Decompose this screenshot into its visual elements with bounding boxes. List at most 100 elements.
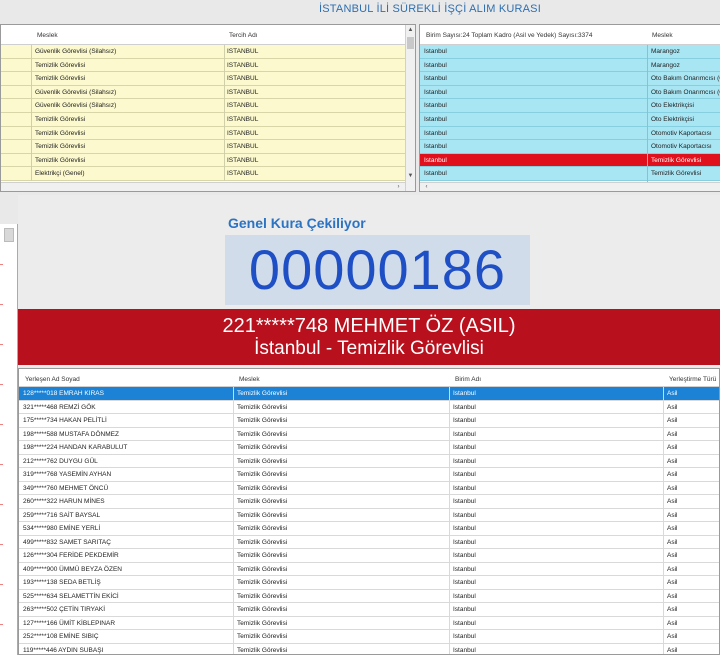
- table-row[interactable]: Temizlik Görevlisi ISTANBUL: [1, 112, 415, 127]
- draw-number-box: 00000186: [225, 235, 530, 305]
- table-cell: Istanbul: [424, 48, 447, 55]
- table-row[interactable]: 349*****760 MEHMET ÖNCÜ Temizlik Görevlis…: [19, 481, 719, 495]
- table-cell: Temizlik Görevlisi: [35, 115, 86, 123]
- vertical-scrollbar[interactable]: ▲ ▼: [405, 25, 415, 191]
- table-cell: Temizlik Görevlisi: [237, 592, 288, 600]
- table-cell: Asil: [667, 525, 678, 532]
- table-cell: Istanbul: [453, 444, 476, 451]
- table-cell: 193*****138 SEDA BETLİŞ: [23, 579, 101, 586]
- table-row[interactable]: 499*****832 SAMET SARITAÇ Temizlik Görevl…: [19, 535, 719, 549]
- table-row[interactable]: 126*****304 FERİDE PEKDEMİR Temizlik Göre…: [19, 549, 719, 563]
- column-header-yerlestirme[interactable]: Yerleştirme Türü: [669, 376, 716, 383]
- table-cell: Istanbul: [453, 511, 476, 519]
- column-header-birim[interactable]: Birim Adı: [455, 376, 481, 383]
- table-cell: Istanbul: [453, 565, 476, 573]
- table-row[interactable]: Istanbul Oto Bakım Onarımcısı (O: [420, 72, 720, 86]
- table-row[interactable]: 212*****762 DUYGU GÜL Temizlik Görevlisi I…: [19, 454, 719, 468]
- table-cell: Temizlik Görevlisi: [35, 143, 86, 151]
- table-row[interactable]: Temizlik Görevlisi ISTANBUL: [1, 72, 415, 86]
- table-cell: Istanbul: [424, 115, 447, 123]
- table-cell: Istanbul: [453, 417, 476, 424]
- table-row[interactable]: 128*****018 EMRAH KIRAS Temizlik Görevlis…: [19, 387, 719, 401]
- table-row[interactable]: Istanbul Temizlik Görevlisi: [420, 153, 720, 168]
- column-header-tercih[interactable]: Tercih Adı: [229, 32, 258, 39]
- column-divider: [224, 45, 225, 181]
- table-row[interactable]: 409*****900 ÜMMÜ BEYZA ÖZEN Temizlik Göre…: [19, 562, 719, 576]
- table-cell: Temizlik Görevlisi: [237, 538, 288, 546]
- side-panel: [0, 224, 18, 655]
- table-cell: Temizlik Görevlisi: [237, 579, 288, 586]
- table-cell: 126*****304 FERİDE PEKDEMİR: [23, 552, 119, 559]
- table-row[interactable]: Temizlik Görevlisi ISTANBUL: [1, 126, 415, 141]
- table-cell: Temizlik Görevlisi: [237, 646, 288, 654]
- table-cell: Istanbul: [453, 619, 476, 627]
- table-row[interactable]: 175*****734 HAKAN PELİTLİ Temizlik Görevl…: [19, 414, 719, 428]
- table-cell: 175*****734 HAKAN PELİTLİ: [23, 417, 107, 424]
- scroll-thumb[interactable]: [4, 228, 14, 242]
- table-row[interactable]: 260*****322 HARUN MİNES Temizlik Görevlis…: [19, 495, 719, 509]
- table-cell: Temizlik Görevlisi: [237, 498, 288, 505]
- draw-status-label: Genel Kura Çekiliyor: [228, 215, 366, 231]
- table-row[interactable]: Temizlik Görevlisi ISTANBUL: [1, 140, 415, 154]
- table-row[interactable]: Istanbul Otomotiv Kaportacısı: [420, 126, 720, 141]
- table-cell: Asil: [667, 606, 678, 613]
- table-cell: 525*****634 SELAMETTİN EKİCİ: [23, 592, 119, 600]
- table-cell: Asil: [667, 498, 678, 505]
- table-row[interactable]: 193*****138 SEDA BETLİŞ Temizlik Görevlis…: [19, 576, 719, 590]
- table-cell: Temizlik Görevlisi: [237, 619, 288, 627]
- column-divider: [31, 45, 32, 181]
- table-row[interactable]: 252*****108 EMİNE SIBIÇ Temizlik Görevlis…: [19, 630, 719, 644]
- table-row[interactable]: 321*****468 REMZİ GÖK Temizlik Görevlisi I…: [19, 400, 719, 414]
- table-row[interactable]: Temizlik Görevlisi ISTANBUL: [1, 58, 415, 73]
- table-cell: 119*****446 AYDIN SUBAŞI: [23, 646, 104, 654]
- results-grid[interactable]: Yerleşen Ad Soyad Meslek Birim Adı Yerle…: [18, 368, 720, 655]
- table-row[interactable]: Istanbul Temizlik Görevlisi: [420, 167, 720, 181]
- preference-grid[interactable]: Meslek Tercih Adı Güvenlik Görevlisi (Si…: [0, 24, 416, 192]
- table-row[interactable]: 119*****446 AYDIN SUBAŞI Temizlik Görevli…: [19, 643, 719, 654]
- scroll-down-icon[interactable]: ▼: [406, 172, 415, 181]
- scroll-up-icon[interactable]: ▲: [406, 26, 415, 35]
- table-row[interactable]: Güvenlik Görevlisi (Silahsız) ISTANBUL: [1, 45, 415, 59]
- table-cell: Asil: [667, 403, 678, 411]
- table-row[interactable]: Istanbul Oto Elektrikçisi: [420, 99, 720, 113]
- table-row[interactable]: 127*****166 ÜMİT KİBLEPINAR Temizlik Göre…: [19, 616, 719, 630]
- table-row[interactable]: Temizlik Görevlisi ISTANBUL: [1, 153, 415, 168]
- table-row[interactable]: Güvenlik Görevlisi (Silahsız) ISTANBUL: [1, 99, 415, 113]
- unit-grid[interactable]: Birim Sayısı:24 Toplam Kadro (Asil ve Ye…: [419, 24, 720, 192]
- table-row[interactable]: Istanbul Oto Elektrikçisi: [420, 112, 720, 127]
- column-header-meslek[interactable]: Meslek: [239, 376, 260, 383]
- table-cell: Istanbul: [424, 61, 447, 69]
- column-header-meslek[interactable]: Meslek: [652, 32, 673, 39]
- table-cell: ISTANBUL: [227, 75, 259, 83]
- table-row[interactable]: Elektrikçi (Genel) ISTANBUL: [1, 167, 415, 181]
- column-header-meslek[interactable]: Meslek: [37, 32, 58, 39]
- table-cell: Istanbul: [453, 606, 476, 613]
- grid-body: Güvenlik Görevlisi (Silahsız) ISTANBUL Tem…: [1, 45, 415, 181]
- table-cell: ISTANBUL: [227, 156, 259, 164]
- table-row[interactable]: 198*****588 MUSTAFA DÖNMEZ Temizlik Görev…: [19, 427, 719, 441]
- table-row[interactable]: 259*****716 SAİT BAYSAL Temizlik Görevlis…: [19, 508, 719, 522]
- table-row[interactable]: 534*****980 EMİNE YERLİ Temizlik Görevlis…: [19, 522, 719, 536]
- table-row[interactable]: Istanbul Marangoz: [420, 58, 720, 73]
- table-row[interactable]: 263*****502 ÇETİN TIRYAKİ Temizlik Görevl…: [19, 603, 719, 617]
- table-row[interactable]: Güvenlik Görevlisi (Silahsız) ISTANBUL: [1, 85, 415, 100]
- table-cell: Istanbul: [453, 552, 476, 559]
- table-row[interactable]: 319*****768 YASEMİN AYHAN Temizlik Görevl…: [19, 468, 719, 482]
- scroll-thumb[interactable]: [407, 37, 414, 49]
- marker: [0, 544, 3, 545]
- table-row[interactable]: 525*****634 SELAMETTİN EKİCİ Temizlik Gör…: [19, 589, 719, 603]
- table-cell: Istanbul: [453, 484, 476, 492]
- scroll-right-icon[interactable]: ›: [394, 183, 403, 191]
- table-cell: Istanbul: [424, 170, 447, 178]
- table-row[interactable]: Istanbul Oto Bakım Onarımcısı (O: [420, 85, 720, 100]
- column-header-birim[interactable]: Birim Sayısı:24 Toplam Kadro (Asil ve Ye…: [426, 32, 592, 39]
- table-row[interactable]: Istanbul Marangoz: [420, 45, 720, 59]
- horizontal-scrollbar[interactable]: ‹: [420, 182, 720, 191]
- horizontal-scrollbar[interactable]: ›: [1, 182, 405, 191]
- app-title: İSTANBUL İLİ SÜREKLİ İŞÇİ ALIM KURASI: [319, 3, 541, 15]
- table-cell: Istanbul: [453, 457, 476, 465]
- table-row[interactable]: 198*****224 HANDAN KARABULUT Temizlik Gör…: [19, 441, 719, 455]
- scroll-left-icon[interactable]: ‹: [422, 183, 431, 191]
- table-row[interactable]: Istanbul Otomotiv Kaportacısı: [420, 140, 720, 154]
- column-header-ad-soyad[interactable]: Yerleşen Ad Soyad: [25, 376, 80, 383]
